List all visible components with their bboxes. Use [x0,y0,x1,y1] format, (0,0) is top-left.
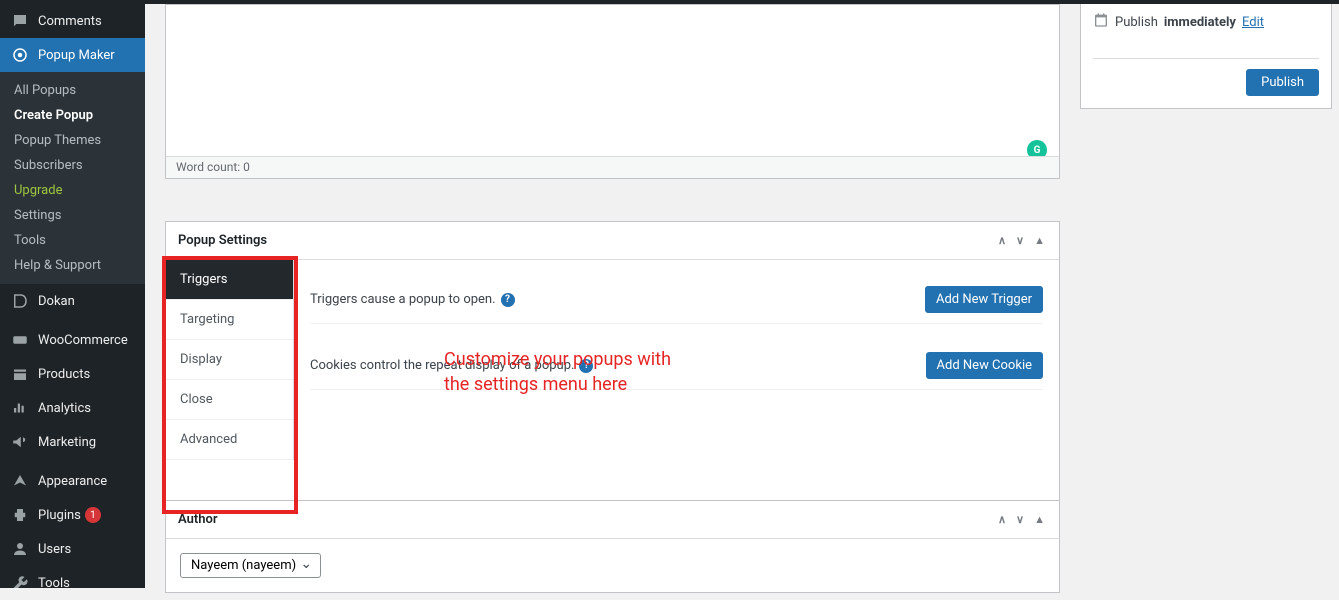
chevron-down-icon[interactable]: ∨ [1014,511,1026,528]
word-count: Word count: 0 [176,160,250,174]
tab-display[interactable]: Display [166,340,293,380]
submenu-help-support[interactable]: Help & Support [0,253,145,278]
submenu-subscribers[interactable]: Subscribers [0,153,145,178]
tools-icon [10,573,30,593]
sidebar-label: WooCommerce [38,333,128,348]
sidebar-item-plugins[interactable]: Plugins 1 [0,498,145,532]
tab-triggers[interactable]: Triggers [166,260,293,300]
settings-tabs-highlight: Triggers Targeting Display Close Advance… [162,256,298,514]
chevron-up-icon[interactable]: ∧ [996,511,1008,528]
author-metabox: Author ∧ ∨ ▲ Nayeem (nayeem) [165,500,1060,593]
publish-edit-link[interactable]: Edit [1242,15,1264,30]
publish-schedule-row: Publish immediately Edit [1093,12,1319,32]
analytics-icon [10,398,30,418]
submenu-tools[interactable]: Tools [0,228,145,253]
add-new-trigger-button[interactable]: Add New Trigger [925,286,1043,313]
comment-icon [10,11,30,31]
add-new-cookie-button[interactable]: Add New Cookie [926,352,1043,379]
editor-area[interactable]: G Word count: 0 [165,4,1060,179]
publish-button[interactable]: Publish [1246,69,1319,96]
submenu-popup-themes[interactable]: Popup Themes [0,128,145,153]
sidebar-label: Analytics [38,401,91,416]
sidebar-item-users[interactable]: Users [0,532,145,566]
popup-settings-metabox: Popup Settings ∧ ∨ ▲ Triggers Targeting … [165,221,1060,511]
toggle-triangle-icon[interactable]: ▲ [1032,511,1047,528]
products-icon [10,364,30,384]
editor-footer: Word count: 0 [166,156,1059,178]
appearance-icon [10,471,30,491]
main-content: G Word count: 0 Publish immediately Edit… [165,4,1339,588]
sidebar-item-popup-maker[interactable]: Popup Maker [0,38,145,72]
sidebar-item-analytics[interactable]: Analytics [0,391,145,425]
publish-immediately: immediately [1164,15,1236,30]
plugins-icon [10,505,30,525]
sidebar-item-dokan[interactable]: Dokan [0,284,145,318]
help-icon[interactable]: ? [501,293,515,307]
sidebar-item-appearance[interactable]: Appearance [0,464,145,498]
chevron-up-icon[interactable]: ∧ [996,232,1008,249]
tab-targeting[interactable]: Targeting [166,300,293,340]
tab-advanced[interactable]: Advanced [166,420,293,460]
submenu-all-popups[interactable]: All Popups [0,78,145,103]
sidebar-label: Comments [38,14,102,29]
triggers-row: Triggers cause a popup to open. ? Add Ne… [310,276,1043,324]
author-title: Author [178,512,218,527]
sidebar-item-tools[interactable]: Tools [0,566,145,600]
submenu-create-popup[interactable]: Create Popup [0,103,145,128]
publish-metabox: Publish immediately Edit Publish [1080,4,1332,109]
plugins-badge: 1 [85,507,101,523]
sidebar-submenu: All Popups Create Popup Popup Themes Sub… [0,72,145,284]
sidebar-item-comments[interactable]: Comments [0,4,145,38]
chevron-down-icon[interactable]: ∨ [1014,232,1026,249]
sidebar-label: Popup Maker [38,48,115,63]
cookies-description: Cookies control the repeat display of a … [310,358,574,373]
sidebar-item-marketing[interactable]: Marketing [0,425,145,459]
woocommerce-icon [10,330,30,350]
settings-panel: Triggers cause a popup to open. ? Add Ne… [294,260,1059,510]
author-header[interactable]: Author ∧ ∨ ▲ [166,501,1059,539]
publish-label: Publish [1115,15,1158,30]
users-icon [10,539,30,559]
sidebar-label: Products [38,367,90,382]
dokan-icon [10,291,30,311]
sidebar-label: Dokan [38,294,75,309]
help-icon[interactable]: ? [579,359,593,373]
sidebar-label: Users [38,542,71,557]
toggle-triangle-icon[interactable]: ▲ [1032,232,1047,249]
calendar-icon [1093,12,1109,32]
settings-header[interactable]: Popup Settings ∧ ∨ ▲ [166,222,1059,260]
popup-icon [10,45,30,65]
sidebar-item-woocommerce[interactable]: WooCommerce [0,323,145,357]
sidebar-item-products[interactable]: Products [0,357,145,391]
submenu-settings[interactable]: Settings [0,203,145,228]
cookies-row: Cookies control the repeat display of a … [310,342,1043,390]
triggers-description: Triggers cause a popup to open. [310,292,496,307]
author-select[interactable]: Nayeem (nayeem) [180,553,321,578]
sidebar-label: Appearance [38,474,107,489]
admin-sidebar: Comments Popup Maker All Popups Create P… [0,4,145,588]
marketing-icon [10,432,30,452]
tab-close[interactable]: Close [166,380,293,420]
sidebar-label: Plugins [38,508,81,523]
author-selected: Nayeem (nayeem) [191,558,296,573]
sidebar-label: Marketing [38,435,96,450]
submenu-upgrade[interactable]: Upgrade [0,178,145,203]
settings-title: Popup Settings [178,233,267,248]
settings-tabs: Triggers Targeting Display Close Advance… [166,260,294,460]
sidebar-label: Tools [38,576,70,591]
